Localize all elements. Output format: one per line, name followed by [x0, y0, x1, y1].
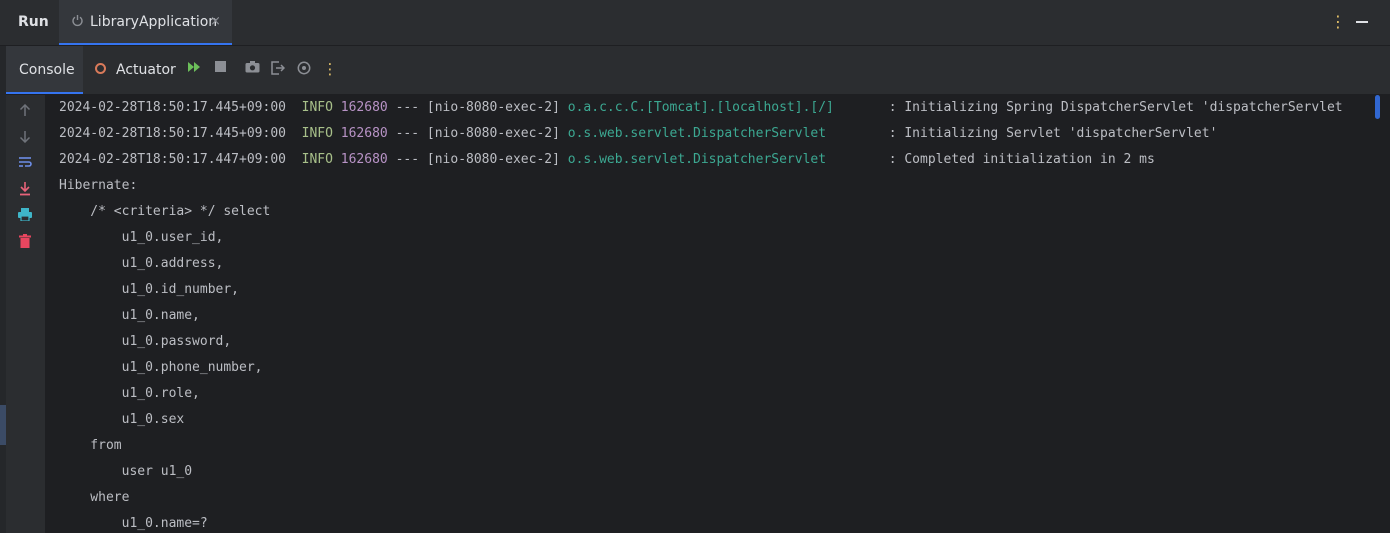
log-message: : Initializing Servlet 'dispatcherServle…	[888, 126, 1218, 141]
sql-line: where	[59, 490, 130, 505]
log-thread: [nio-8080-exec-2]	[426, 126, 560, 141]
more-options-icon[interactable]: ⋮	[1330, 12, 1346, 32]
log-logger: o.s.web.servlet.DispatcherServlet	[567, 152, 881, 167]
log-level: INFO	[301, 152, 333, 167]
print-icon[interactable]	[17, 208, 33, 224]
sql-line: u1_0.id_number,	[59, 282, 240, 297]
sql-line: from	[59, 438, 122, 453]
sql-line: u1_0.name=?	[59, 516, 208, 531]
log-thread: [nio-8080-exec-2]	[426, 100, 560, 115]
tab-library-application[interactable]: LibraryApplication ×	[59, 0, 232, 45]
tab-label: LibraryApplication	[90, 14, 218, 30]
actuator-icon	[95, 63, 106, 74]
console-toolbar: Console Actuator ⋮	[6, 46, 1390, 95]
log-separator: ---	[395, 152, 420, 167]
log-logger: o.a.c.c.C.[Tomcat].[localhost].[/]	[567, 100, 881, 115]
sql-line: u1_0.name,	[59, 308, 200, 323]
log-pid: 162680	[340, 152, 388, 167]
log-timestamp: 2024-02-28T18:50:17.445+09:00	[59, 126, 286, 141]
sql-line: u1_0.address,	[59, 256, 224, 271]
soft-wrap-icon[interactable]	[17, 156, 33, 172]
console-output[interactable]: 2024-02-28T18:50:17.445+09:00 INFO 16268…	[45, 95, 1390, 533]
console-gutter	[6, 95, 45, 533]
trash-icon[interactable]	[17, 234, 33, 250]
sql-line: user u1_0	[59, 464, 193, 479]
log-line: 2024-02-28T18:50:17.447+09:00 INFO 16268…	[59, 147, 1155, 173]
screenshot-icon[interactable]	[244, 61, 260, 77]
exit-icon[interactable]	[270, 61, 286, 77]
log-level: INFO	[301, 126, 333, 141]
arrow-down-icon[interactable]	[17, 130, 33, 146]
log-level: INFO	[301, 100, 333, 115]
log-message: : Completed initialization in 2 ms	[888, 152, 1155, 167]
log-logger: o.s.web.servlet.DispatcherServlet	[567, 126, 881, 141]
log-message: : Initializing Spring DispatcherServlet …	[888, 100, 1343, 115]
log-thread: [nio-8080-exec-2]	[426, 152, 560, 167]
log-separator: ---	[395, 126, 420, 141]
tab-console[interactable]: Console	[6, 46, 83, 94]
tab-console-label: Console	[19, 62, 75, 78]
log-pid: 162680	[340, 100, 388, 115]
settings-icon[interactable]	[296, 61, 312, 77]
minimize-icon[interactable]	[1356, 21, 1368, 23]
sql-line: u1_0.role,	[59, 386, 200, 401]
scrollbar-thumb[interactable]	[1375, 95, 1380, 119]
sql-line: Hibernate:	[59, 178, 138, 193]
log-line: 2024-02-28T18:50:17.445+09:00 INFO 16268…	[59, 121, 1217, 147]
tab-actuator-label: Actuator	[116, 62, 176, 78]
power-icon	[71, 14, 85, 28]
sql-line: u1_0.password,	[59, 334, 232, 349]
rerun-icon[interactable]	[186, 61, 202, 77]
log-separator: ---	[395, 100, 420, 115]
stop-icon[interactable]	[212, 61, 228, 77]
sql-line: u1_0.phone_number,	[59, 360, 263, 375]
run-header: Run LibraryApplication × ⋮	[0, 0, 1390, 46]
sql-line: u1_0.user_id,	[59, 230, 224, 245]
close-icon[interactable]: ×	[210, 14, 221, 29]
run-panel-title: Run	[18, 14, 49, 30]
log-timestamp: 2024-02-28T18:50:17.445+09:00	[59, 100, 286, 115]
scroll-to-end-icon[interactable]	[17, 182, 33, 198]
log-pid: 162680	[340, 126, 388, 141]
tab-actuator[interactable]: Actuator	[92, 46, 182, 94]
log-line: 2024-02-28T18:50:17.445+09:00 INFO 16268…	[59, 95, 1343, 121]
more-icon[interactable]: ⋮	[322, 61, 338, 77]
arrow-up-icon[interactable]	[17, 103, 33, 120]
sql-line: /* <criteria> */ select	[59, 204, 271, 219]
sql-line: u1_0.sex	[59, 412, 185, 427]
log-timestamp: 2024-02-28T18:50:17.447+09:00	[59, 152, 286, 167]
